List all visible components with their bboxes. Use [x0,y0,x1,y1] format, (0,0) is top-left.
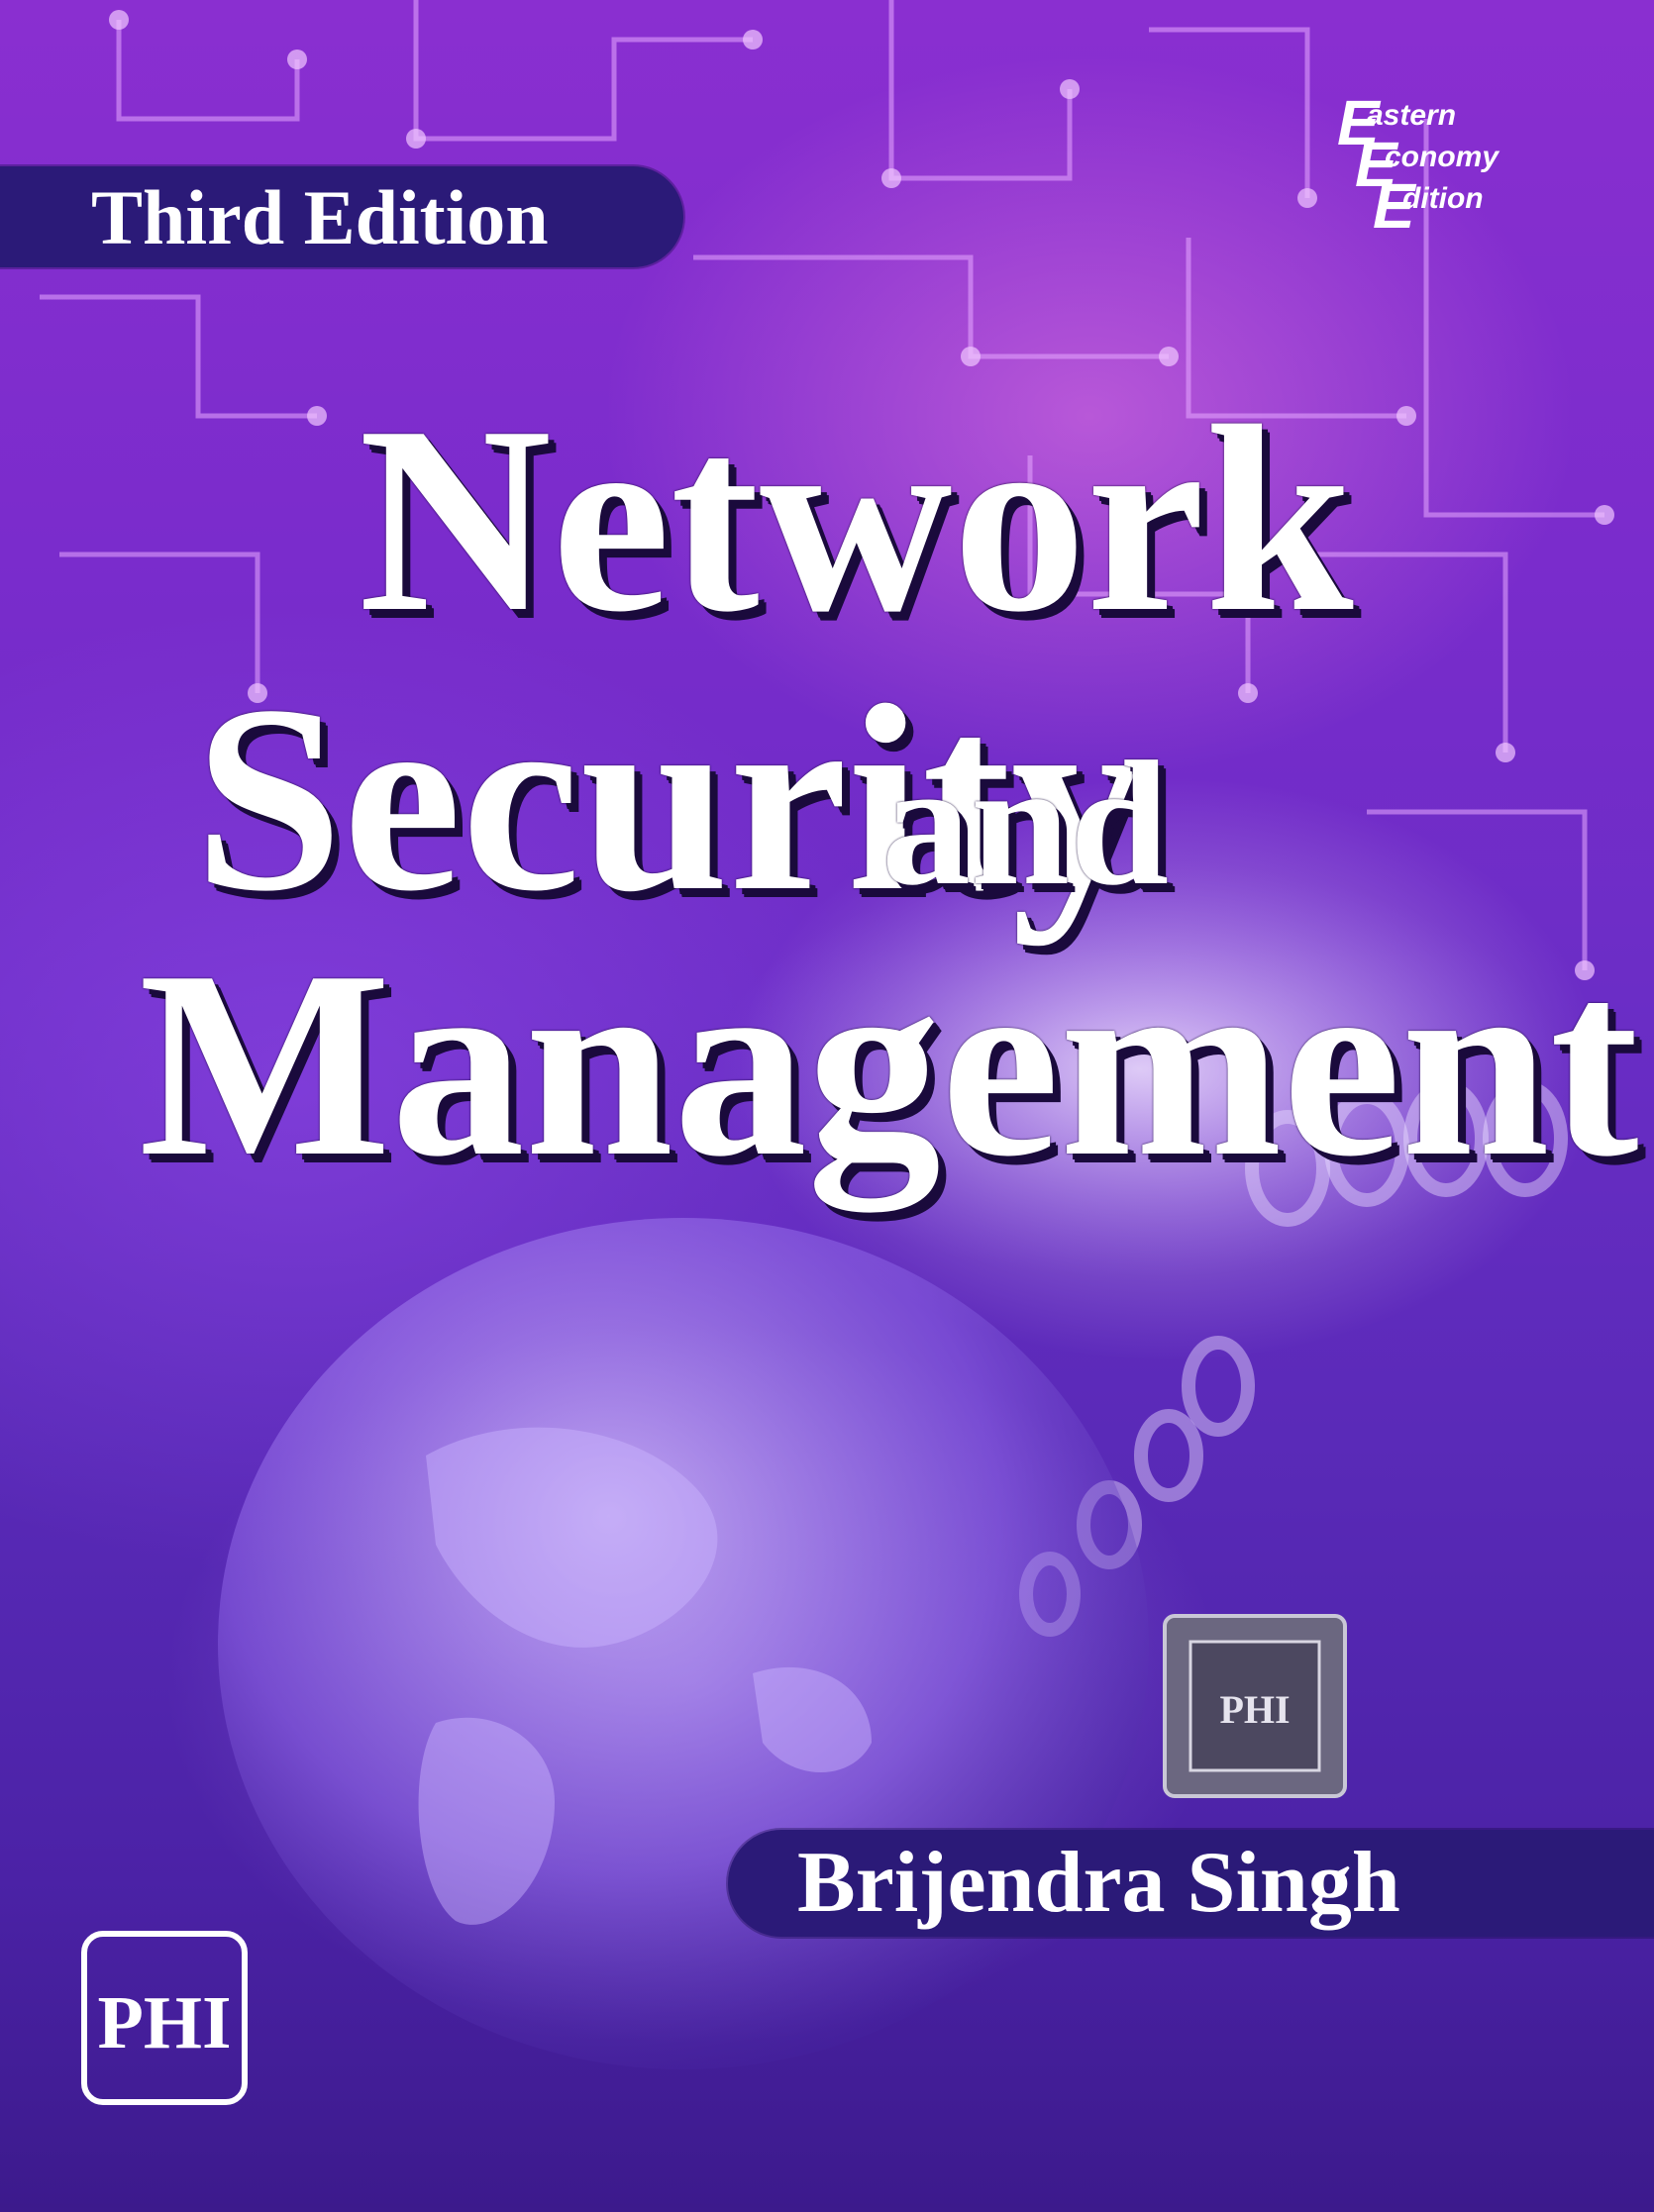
book-cover: E astern E conomy E dition Third Edition… [0,0,1654,2212]
hologram-seal-icon: PHI [1163,1614,1347,1798]
hologram-text: PHI [1219,1687,1290,1732]
title-line-and: and [881,725,1170,922]
series-word-1: astern [1367,99,1457,132]
edition-label: Third Edition [91,174,549,260]
publisher-logo-icon: PHI [81,1931,248,2105]
author-name: Brijendra Singh [797,1835,1400,1931]
globe-art [218,1218,1149,2069]
title-line-network: Network [359,371,1354,667]
series-logo-icon: E astern E conomy E dition [1337,91,1555,238]
series-word-3: dition [1402,182,1484,215]
title-line-management: Management [139,916,1639,1212]
publisher-logo-text: PHI [97,1981,231,2064]
series-word-2: conomy [1385,141,1499,173]
